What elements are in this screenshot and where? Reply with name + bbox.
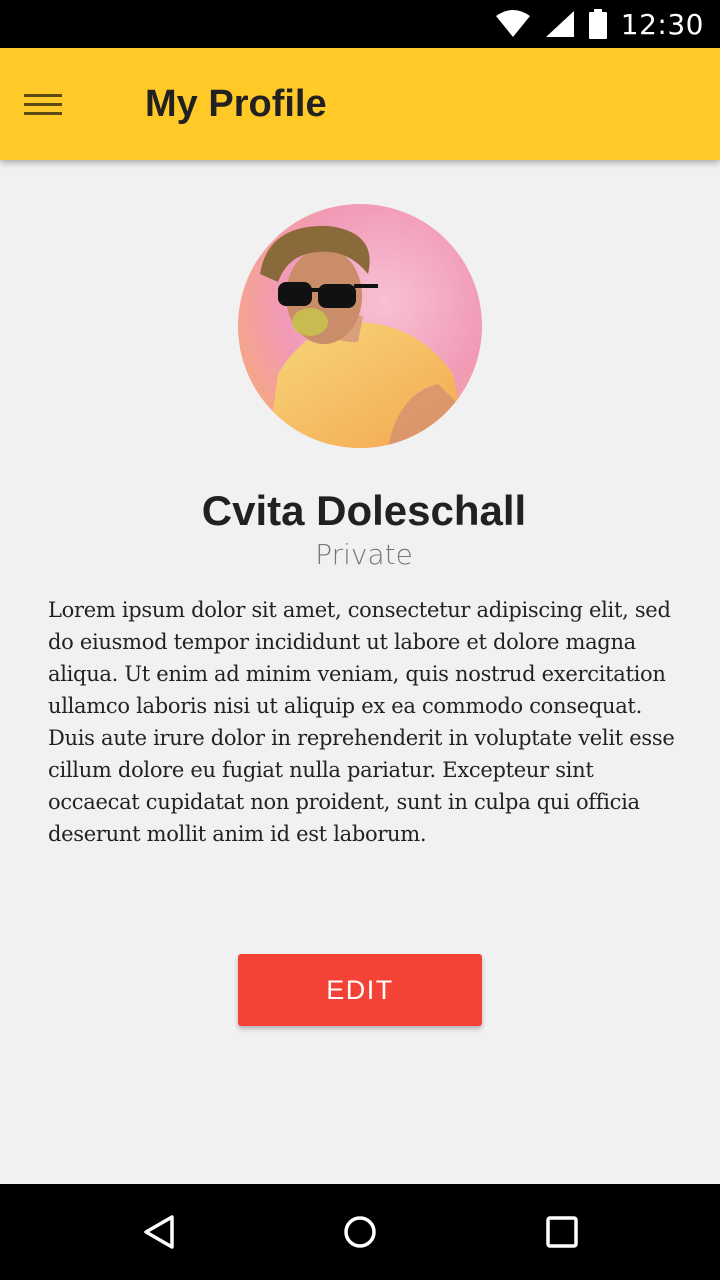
profile-photo	[238, 204, 482, 448]
profile-bio: Lorem ipsum dolor sit amet, consectetur …	[48, 598, 675, 846]
hamburger-menu-icon	[24, 88, 62, 121]
page-title: My Profile	[145, 83, 327, 125]
recents-button[interactable]	[538, 1208, 586, 1256]
back-icon	[144, 1215, 174, 1249]
status-bar: 12:30	[0, 0, 720, 48]
profile-role: Private	[315, 538, 413, 571]
back-button[interactable]	[136, 1208, 184, 1256]
profile-content: Cvita Doleschall Private Lorem ipsum dol…	[0, 160, 720, 1184]
edit-button[interactable]: EDIT	[238, 954, 482, 1026]
wifi-icon	[495, 10, 531, 38]
status-icons: 12:30	[495, 0, 704, 48]
menu-button[interactable]	[24, 80, 88, 128]
avatar	[238, 204, 482, 448]
recents-icon	[546, 1216, 578, 1248]
home-icon	[344, 1216, 376, 1248]
profile-name: Cvita Doleschall	[201, 487, 527, 534]
system-nav-bar	[0, 1184, 720, 1280]
battery-icon	[588, 9, 607, 39]
app-bar: My Profile	[0, 48, 720, 160]
signal-icon	[545, 10, 575, 38]
status-clock: 12:30	[620, 7, 704, 41]
home-button[interactable]	[336, 1208, 384, 1256]
